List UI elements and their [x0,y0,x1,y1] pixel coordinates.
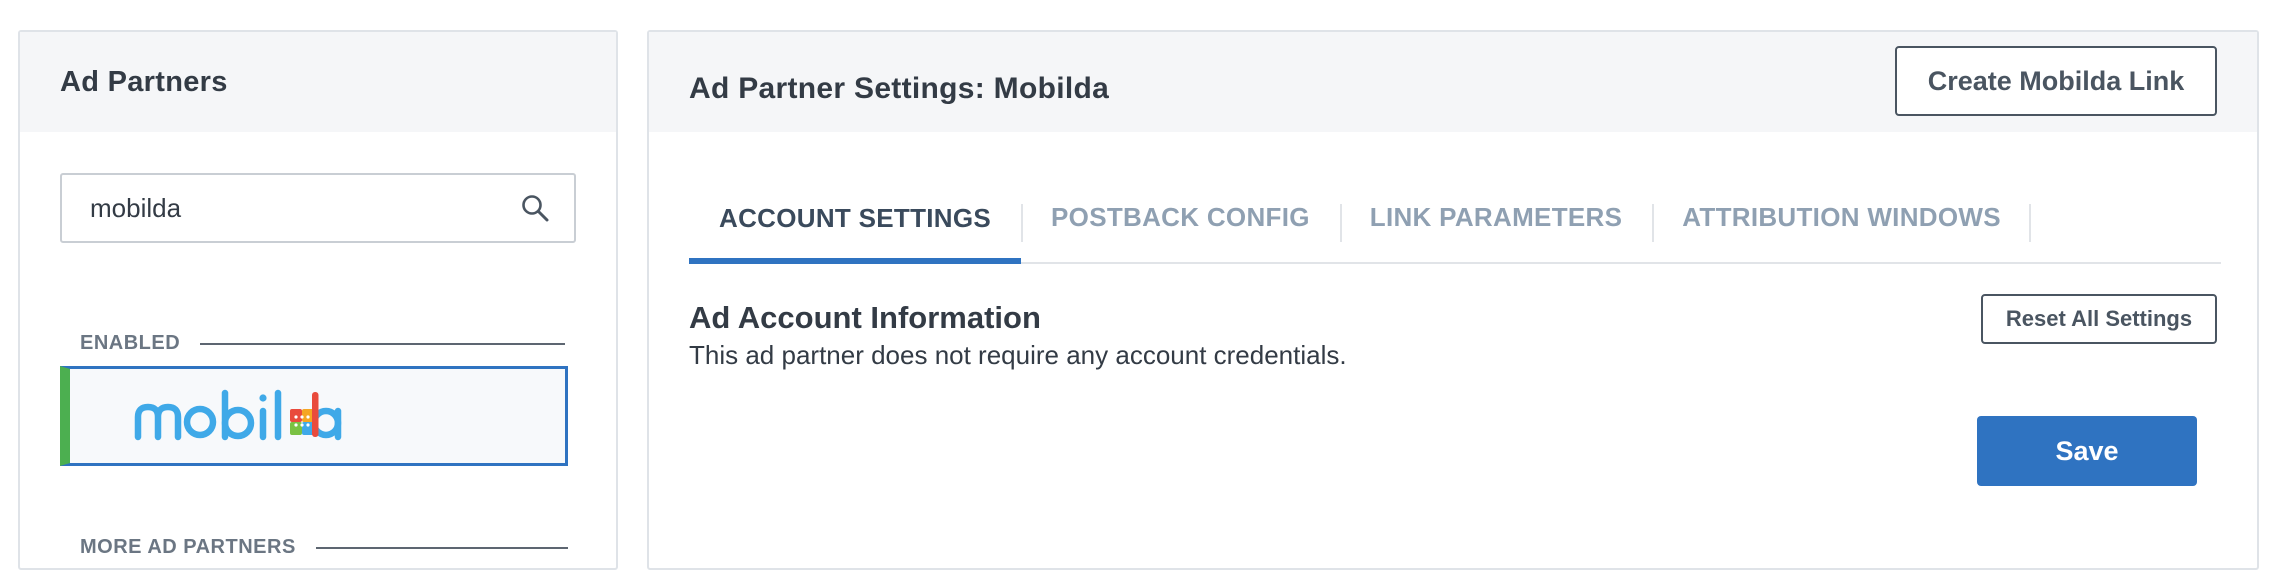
tab-link-parameters[interactable]: LINK PARAMETERS [1339,172,1652,262]
tab-account-settings[interactable]: ACCOUNT SETTINGS [689,172,1022,264]
tab-postback-config-label: POSTBACK CONFIG [1051,201,1310,232]
tab-attribution-windows-label: ATTRIBUTION WINDOWS [1682,201,2001,232]
tab-postback-config[interactable]: POSTBACK CONFIG [1021,172,1340,262]
partner-search-input[interactable] [62,177,512,239]
settings-tabs: ACCOUNT SETTINGS POSTBACK CONFIG LINK PA… [689,172,2221,264]
create-link-button[interactable]: Create Mobilda Link [1895,46,2217,116]
more-partners-divider [315,546,568,549]
search-icon[interactable] [520,193,550,223]
tab-link-parameters-label: LINK PARAMETERS [1369,201,1623,232]
more-partners-label-text: MORE AD PARTNERS [80,536,296,558]
enabled-label-text: ENABLED [80,332,181,354]
tab-account-settings-label: ACCOUNT SETTINGS [719,202,992,233]
partner-settings-header: Ad Partner Settings: Mobilda Create Mobi… [649,32,2257,132]
partner-card-mobilda[interactable] [60,366,568,466]
ad-account-heading: Ad Account Information [689,300,1041,335]
enabled-section-label: ENABLED [80,332,566,355]
tab-divider [2028,204,2031,242]
more-partners-section-label: MORE AD PARTNERS [80,536,568,559]
ad-partners-title: Ad Partners [60,65,228,98]
mobilda-logo [134,389,342,441]
tab-attribution-windows[interactable]: ATTRIBUTION WINDOWS [1652,172,2031,262]
reset-settings-button[interactable]: Reset All Settings [1981,294,2217,344]
tab-divider [1021,204,1024,242]
partner-settings-title: Ad Partner Settings: Mobilda [689,72,1110,105]
tab-divider [1652,204,1655,242]
ad-partners-panel: Ad Partners ENABLED [18,30,618,570]
ad-partners-header: Ad Partners [20,32,616,132]
partner-settings-panel: Ad Partner Settings: Mobilda Create Mobi… [647,30,2259,570]
partner-search-box[interactable] [60,173,576,243]
tab-divider [1339,204,1342,242]
enabled-divider [200,342,566,345]
ad-account-description: This ad partner does not require any acc… [689,340,1347,370]
save-button[interactable]: Save [1977,416,2197,486]
